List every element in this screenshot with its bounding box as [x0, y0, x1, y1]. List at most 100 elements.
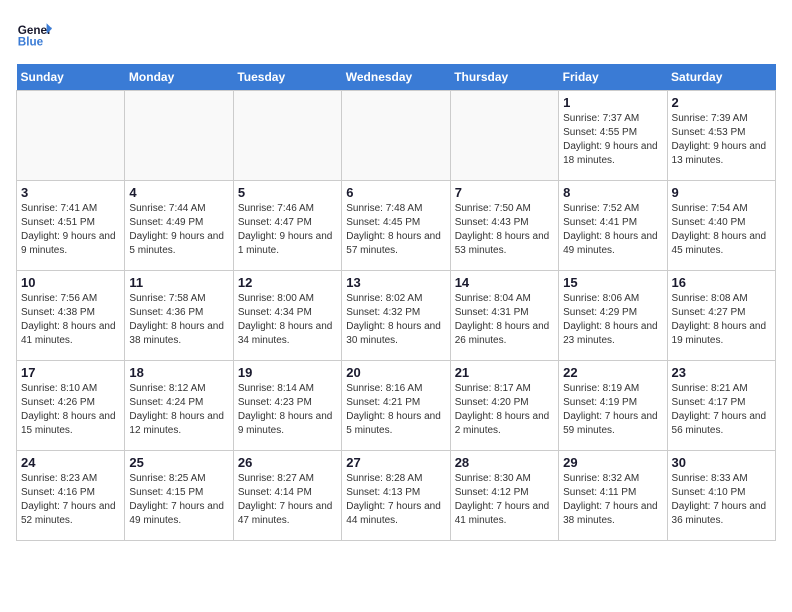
- header-tuesday: Tuesday: [233, 64, 341, 91]
- day-number: 18: [129, 365, 228, 380]
- day-info: Sunrise: 8:27 AM Sunset: 4:14 PM Dayligh…: [238, 472, 337, 528]
- day-info: Sunrise: 8:14 AM Sunset: 4:23 PM Dayligh…: [238, 382, 337, 438]
- day-info: Sunrise: 8:25 AM Sunset: 4:15 PM Dayligh…: [129, 472, 228, 528]
- calendar-table: SundayMondayTuesdayWednesdayThursdayFrid…: [16, 64, 776, 541]
- day-cell: 30 Sunrise: 8:33 AM Sunset: 4:10 PM Dayli…: [667, 451, 775, 541]
- day-number: 13: [346, 275, 445, 290]
- day-cell: 15 Sunrise: 8:06 AM Sunset: 4:29 PM Dayli…: [559, 271, 667, 361]
- day-cell: 14 Sunrise: 8:04 AM Sunset: 4:31 PM Dayli…: [450, 271, 558, 361]
- svg-text:Blue: Blue: [18, 36, 44, 49]
- day-info: Sunrise: 8:04 AM Sunset: 4:31 PM Dayligh…: [455, 292, 554, 348]
- day-cell: 7 Sunrise: 7:50 AM Sunset: 4:43 PM Daylig…: [450, 181, 558, 271]
- day-number: 28: [455, 455, 554, 470]
- day-cell: 28 Sunrise: 8:30 AM Sunset: 4:12 PM Dayli…: [450, 451, 558, 541]
- day-cell: 5Sunrise: 7:46 AM Sunset: 4:47 PM Daylig…: [233, 181, 341, 271]
- day-number: 8: [563, 185, 662, 200]
- day-cell: 3 Sunrise: 7:41 AM Sunset: 4:51 PM Daylig…: [17, 181, 125, 271]
- day-number: 2: [672, 95, 771, 110]
- day-info: Sunrise: 8:23 AM Sunset: 4:16 PM Dayligh…: [21, 472, 120, 528]
- logo-icon: General Blue: [16, 16, 52, 52]
- day-cell: 24 Sunrise: 8:23 AM Sunset: 4:16 PM Dayli…: [17, 451, 125, 541]
- day-number: 26: [238, 455, 337, 470]
- day-cell: [17, 91, 125, 181]
- day-number: 20: [346, 365, 445, 380]
- day-cell: [450, 91, 558, 181]
- day-cell: 20 Sunrise: 8:16 AM Sunset: 4:21 PM Dayli…: [342, 361, 450, 451]
- logo: General Blue: [16, 16, 52, 52]
- day-info: Sunrise: 8:33 AM Sunset: 4:10 PM Dayligh…: [672, 472, 771, 528]
- week-row-1: 3 Sunrise: 7:41 AM Sunset: 4:51 PM Daylig…: [17, 181, 776, 271]
- header-monday: Monday: [125, 64, 233, 91]
- header-wednesday: Wednesday: [342, 64, 450, 91]
- header-saturday: Saturday: [667, 64, 775, 91]
- week-row-0: 1 Sunrise: 7:37 AM Sunset: 4:55 PM Daylig…: [17, 91, 776, 181]
- day-cell: 12 Sunrise: 8:00 AM Sunset: 4:34 PM Dayli…: [233, 271, 341, 361]
- day-number: 24: [21, 455, 120, 470]
- day-info: Sunrise: 8:02 AM Sunset: 4:32 PM Dayligh…: [346, 292, 445, 348]
- day-number: 22: [563, 365, 662, 380]
- day-info: Sunrise: 7:50 AM Sunset: 4:43 PM Dayligh…: [455, 202, 554, 258]
- day-cell: 8 Sunrise: 7:52 AM Sunset: 4:41 PM Daylig…: [559, 181, 667, 271]
- day-number: 15: [563, 275, 662, 290]
- day-number: 1: [563, 95, 662, 110]
- day-info: Sunrise: 8:16 AM Sunset: 4:21 PM Dayligh…: [346, 382, 445, 438]
- day-cell: 11 Sunrise: 7:58 AM Sunset: 4:36 PM Dayli…: [125, 271, 233, 361]
- day-cell: 10 Sunrise: 7:56 AM Sunset: 4:38 PM Dayli…: [17, 271, 125, 361]
- day-info: Sunrise: 7:54 AM Sunset: 4:40 PM Dayligh…: [672, 202, 771, 258]
- day-cell: 1 Sunrise: 7:37 AM Sunset: 4:55 PM Daylig…: [559, 91, 667, 181]
- day-info: Sunrise: 7:44 AM Sunset: 4:49 PM Dayligh…: [129, 202, 228, 258]
- day-info: Sunrise: 8:00 AM Sunset: 4:34 PM Dayligh…: [238, 292, 337, 348]
- day-info: Sunrise: 8:10 AM Sunset: 4:26 PM Dayligh…: [21, 382, 120, 438]
- day-number: 12: [238, 275, 337, 290]
- day-number: 19: [238, 365, 337, 380]
- day-cell: 29 Sunrise: 8:32 AM Sunset: 4:11 PM Dayli…: [559, 451, 667, 541]
- week-row-3: 17 Sunrise: 8:10 AM Sunset: 4:26 PM Dayli…: [17, 361, 776, 451]
- day-info: Sunrise: 8:32 AM Sunset: 4:11 PM Dayligh…: [563, 472, 662, 528]
- day-cell: 21 Sunrise: 8:17 AM Sunset: 4:20 PM Dayli…: [450, 361, 558, 451]
- day-cell: 26 Sunrise: 8:27 AM Sunset: 4:14 PM Dayli…: [233, 451, 341, 541]
- day-info: Sunrise: 8:06 AM Sunset: 4:29 PM Dayligh…: [563, 292, 662, 348]
- day-number: 16: [672, 275, 771, 290]
- day-number: 3: [21, 185, 120, 200]
- day-cell: 23Sunrise: 8:21 AM Sunset: 4:17 PM Dayli…: [667, 361, 775, 451]
- day-number: 7: [455, 185, 554, 200]
- day-cell: 2 Sunrise: 7:39 AM Sunset: 4:53 PM Daylig…: [667, 91, 775, 181]
- day-number: 10: [21, 275, 120, 290]
- day-info: Sunrise: 8:12 AM Sunset: 4:24 PM Dayligh…: [129, 382, 228, 438]
- day-number: 5: [238, 185, 337, 200]
- day-info: Sunrise: 8:28 AM Sunset: 4:13 PM Dayligh…: [346, 472, 445, 528]
- day-number: 21: [455, 365, 554, 380]
- day-cell: 9Sunrise: 7:54 AM Sunset: 4:40 PM Daylig…: [667, 181, 775, 271]
- day-number: 30: [672, 455, 771, 470]
- day-info: Sunrise: 8:08 AM Sunset: 4:27 PM Dayligh…: [672, 292, 771, 348]
- day-cell: 18 Sunrise: 8:12 AM Sunset: 4:24 PM Dayli…: [125, 361, 233, 451]
- day-number: 27: [346, 455, 445, 470]
- day-info: Sunrise: 7:37 AM Sunset: 4:55 PM Dayligh…: [563, 112, 662, 168]
- day-number: 4: [129, 185, 228, 200]
- day-info: Sunrise: 7:58 AM Sunset: 4:36 PM Dayligh…: [129, 292, 228, 348]
- day-info: Sunrise: 7:48 AM Sunset: 4:45 PM Dayligh…: [346, 202, 445, 258]
- day-number: 11: [129, 275, 228, 290]
- day-number: 14: [455, 275, 554, 290]
- day-number: 29: [563, 455, 662, 470]
- header-sunday: Sunday: [17, 64, 125, 91]
- day-info: Sunrise: 8:30 AM Sunset: 4:12 PM Dayligh…: [455, 472, 554, 528]
- day-cell: 19 Sunrise: 8:14 AM Sunset: 4:23 PM Dayli…: [233, 361, 341, 451]
- calendar-header-row: SundayMondayTuesdayWednesdayThursdayFrid…: [17, 64, 776, 91]
- header-friday: Friday: [559, 64, 667, 91]
- day-info: Sunrise: 8:19 AM Sunset: 4:19 PM Dayligh…: [563, 382, 662, 438]
- day-cell: 6 Sunrise: 7:48 AM Sunset: 4:45 PM Daylig…: [342, 181, 450, 271]
- header-thursday: Thursday: [450, 64, 558, 91]
- day-info: Sunrise: 8:17 AM Sunset: 4:20 PM Dayligh…: [455, 382, 554, 438]
- week-row-2: 10 Sunrise: 7:56 AM Sunset: 4:38 PM Dayli…: [17, 271, 776, 361]
- day-info: Sunrise: 7:56 AM Sunset: 4:38 PM Dayligh…: [21, 292, 120, 348]
- day-info: Sunrise: 7:52 AM Sunset: 4:41 PM Dayligh…: [563, 202, 662, 258]
- day-cell: 22 Sunrise: 8:19 AM Sunset: 4:19 PM Dayli…: [559, 361, 667, 451]
- day-cell: [233, 91, 341, 181]
- day-number: 17: [21, 365, 120, 380]
- day-cell: 4 Sunrise: 7:44 AM Sunset: 4:49 PM Daylig…: [125, 181, 233, 271]
- day-info: Sunrise: 7:39 AM Sunset: 4:53 PM Dayligh…: [672, 112, 771, 168]
- day-number: 6: [346, 185, 445, 200]
- week-row-4: 24 Sunrise: 8:23 AM Sunset: 4:16 PM Dayli…: [17, 451, 776, 541]
- day-info: Sunrise: 7:41 AM Sunset: 4:51 PM Dayligh…: [21, 202, 120, 258]
